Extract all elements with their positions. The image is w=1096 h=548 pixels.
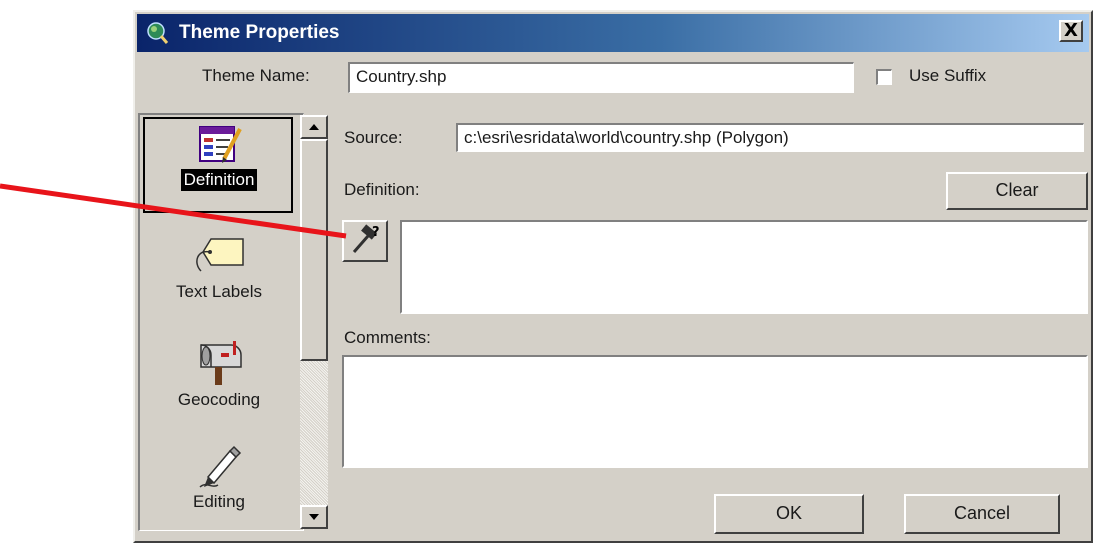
svg-text:?: ?: [372, 225, 380, 240]
scroll-down-button[interactable]: [300, 505, 328, 529]
list-item-label: Text Labels: [176, 282, 262, 301]
query-builder-button[interactable]: ?: [342, 220, 388, 262]
arrow-up-icon: [309, 124, 319, 130]
comments-textarea[interactable]: [342, 355, 1088, 468]
source-field: c:\esri\esridata\world\country.shp (Poly…: [456, 123, 1084, 152]
theme-name-input[interactable]: Country.shp: [348, 62, 854, 93]
hammer-question-icon: ?: [352, 224, 380, 253]
arrow-down-icon: [309, 514, 319, 520]
magnifier-globe-icon: [147, 22, 169, 44]
use-suffix-checkbox[interactable]: [876, 69, 892, 85]
mailbox-icon: [200, 341, 242, 385]
clear-button[interactable]: Clear: [946, 172, 1088, 210]
definition-label: Definition:: [344, 180, 420, 199]
list-item-label: Geocoding: [177, 390, 261, 409]
close-button[interactable]: X: [1059, 20, 1083, 42]
ok-button[interactable]: OK: [714, 494, 864, 534]
use-suffix-label: Use Suffix: [909, 66, 987, 85]
list-item-text-labels[interactable]: Text Labels: [144, 231, 294, 303]
list-item-editing[interactable]: Editing: [144, 441, 294, 513]
screenshot-stage: Theme Properties X Theme Name: Country.s…: [0, 0, 1096, 548]
list-item-label: Editing: [193, 492, 245, 511]
list-item-geocoding[interactable]: Geocoding: [144, 333, 294, 411]
tag-icon: [196, 238, 244, 272]
title-bar[interactable]: Theme Properties X: [137, 14, 1089, 52]
definition-textarea[interactable]: [400, 220, 1088, 314]
list-item-label: Definition: [180, 169, 258, 191]
scroll-up-button[interactable]: [300, 115, 328, 139]
definition-icon: [199, 126, 242, 163]
category-list-scrollbar[interactable]: [300, 115, 328, 529]
list-item-definition[interactable]: Definition: [144, 121, 294, 191]
scroll-thumb[interactable]: [300, 139, 328, 361]
window-title: Theme Properties: [179, 22, 340, 43]
cancel-button[interactable]: Cancel: [904, 494, 1060, 534]
comments-label: Comments:: [344, 328, 431, 347]
pencil-icon: [199, 445, 242, 488]
theme-name-label: Theme Name:: [202, 66, 310, 85]
source-label: Source:: [344, 128, 403, 147]
property-category-list: Definition Text Labels Geocoding Editing: [138, 113, 304, 531]
